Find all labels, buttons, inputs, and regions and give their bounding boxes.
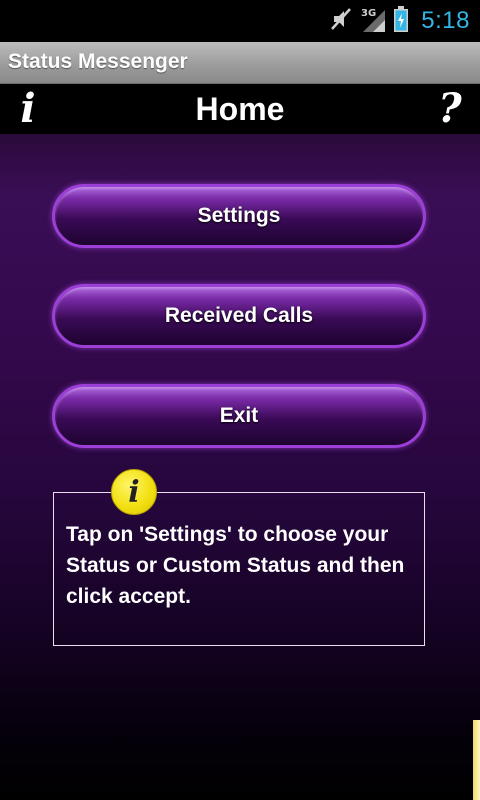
edge-glow — [473, 720, 480, 800]
page-title: Home — [195, 91, 285, 127]
screen: 3G 5:18 Status Messenger i Home ? Settin… — [0, 0, 480, 800]
app-title: Status Messenger — [8, 50, 188, 73]
received-calls-button[interactable]: Received Calls — [52, 284, 426, 348]
status-icons: 3G 5:18 — [329, 4, 470, 38]
status-bar: 3G 5:18 — [0, 0, 480, 42]
signal-icon: 3G — [359, 5, 387, 38]
network-type-label: 3G — [361, 8, 376, 19]
battery-charging-icon — [393, 5, 409, 38]
header: i Home ? — [0, 84, 480, 134]
mute-icon — [329, 6, 353, 37]
main-content: Settings Received Calls Exit Tap on 'Set… — [0, 134, 480, 800]
info-box: Tap on 'Settings' to choose your Status … — [53, 492, 425, 646]
settings-button[interactable]: Settings — [52, 184, 426, 248]
info-badge-icon: i — [111, 469, 157, 515]
help-icon[interactable]: ? — [432, 86, 468, 132]
clock: 5:18 — [421, 7, 470, 34]
exit-button[interactable]: Exit — [52, 384, 426, 448]
info-text: Tap on 'Settings' to choose your Status … — [66, 523, 405, 608]
app-titlebar: Status Messenger — [0, 42, 480, 84]
